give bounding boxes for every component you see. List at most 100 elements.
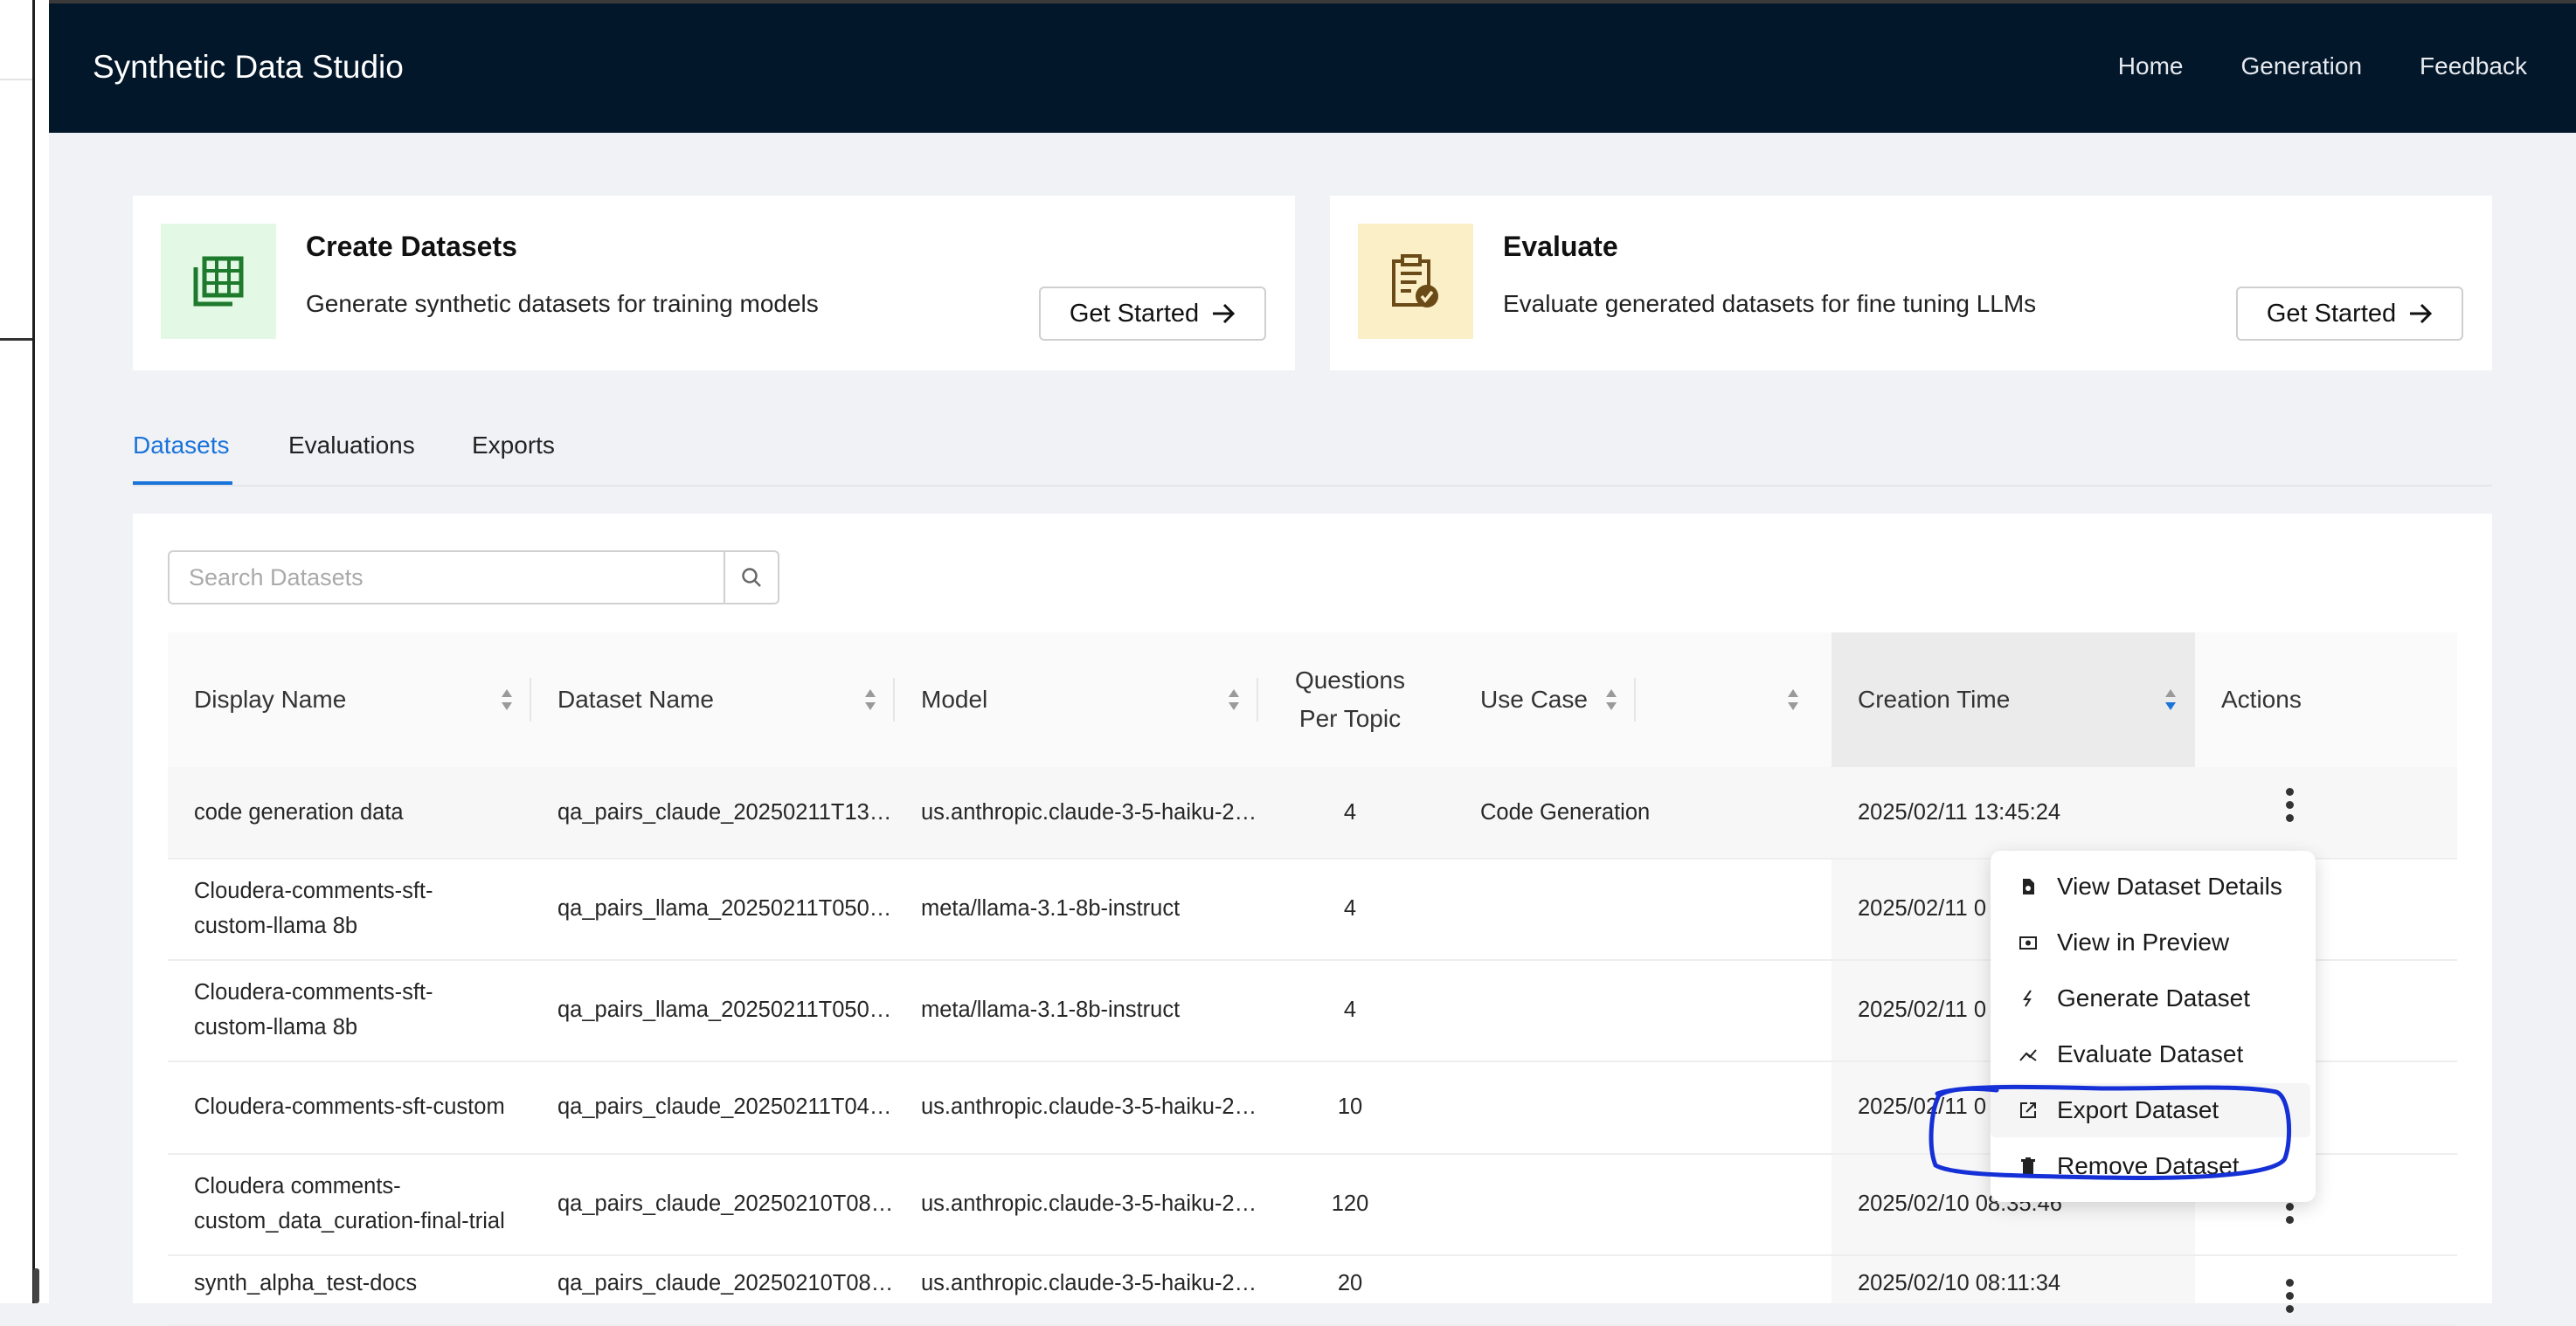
- cell-dataset-name: qa_pairs_claude_20250210T08…: [557, 1191, 894, 1216]
- column-label: Display Name: [194, 686, 347, 713]
- cell-questions-per-topic: 4: [1343, 799, 1357, 825]
- column-label-line: Per Topic: [1298, 705, 1402, 732]
- menu-item-label: View in Preview: [2057, 929, 2230, 956]
- search-bar: Search Datasets: [168, 550, 779, 604]
- search-button[interactable]: [725, 550, 779, 604]
- cell-dataset-name: qa_pairs_llama_20250211T050…: [557, 997, 892, 1022]
- evaluate-icon: [2019, 1049, 2037, 1061]
- button-label: Get Started: [2266, 299, 2397, 328]
- column-label: Model: [921, 686, 988, 713]
- cell-dataset-name: qa_pairs_claude_20250211T04…: [557, 1094, 892, 1119]
- search-input[interactable]: Search Datasets: [168, 550, 725, 604]
- cell-use-case: [1454, 1153, 1818, 1254]
- tab-evaluations[interactable]: Evaluations: [288, 432, 415, 459]
- table-row[interactable]: code generation data qa_pairs_claude_202…: [168, 767, 2457, 860]
- column-label: Creation Time: [1858, 686, 2011, 713]
- create-get-started-button[interactable]: Get Started: [1039, 287, 1266, 341]
- cell-questions-per-topic: 10: [1337, 1094, 1363, 1119]
- background-window-edge: [0, 0, 49, 1303]
- evaluate-card: Evaluate Evaluate generated datasets for…: [1330, 196, 2492, 370]
- divider: [32, 0, 35, 1303]
- top-nav: Home Generation Feedback: [2118, 52, 2527, 80]
- menu-item-evaluate-dataset[interactable]: Evaluate Dataset: [1991, 1027, 2316, 1081]
- card-title: Create Datasets: [306, 231, 517, 262]
- card-description: Evaluate generated datasets for fine tun…: [1503, 290, 2037, 317]
- cell-use-case: [1454, 1242, 1818, 1324]
- cell-use-case: [1454, 858, 1818, 959]
- cell-display-name: Cloudera comments-custom_data_curation-f…: [194, 1174, 505, 1233]
- cell-questions-per-topic: 20: [1337, 1270, 1363, 1295]
- file-details-icon: [2023, 879, 2034, 894]
- column-use-case[interactable]: Use Case: [1454, 632, 1818, 767]
- nav-generation[interactable]: Generation: [2240, 52, 2362, 80]
- cell-display-name: Cloudera-comments-sft-custom-llama 8b: [194, 879, 433, 938]
- card-title: Evaluate: [1503, 231, 1618, 262]
- clipboard-check-icon: [1358, 224, 1473, 339]
- lightning-icon: [2023, 990, 2032, 1007]
- row-actions-menu-icon[interactable]: [2286, 788, 2295, 822]
- table-header: Display Name Dataset Name Model Question…: [168, 632, 2457, 769]
- column-actions: Actions: [2195, 632, 2457, 767]
- menu-item-view-in-preview[interactable]: View in Preview: [1991, 915, 2316, 970]
- sort-icon[interactable]: [500, 687, 514, 713]
- column-label: Actions: [2221, 686, 2302, 713]
- menu-item-label: Generate Dataset: [2057, 984, 2251, 1012]
- sort-icon[interactable]: [863, 687, 877, 713]
- arrow-right-icon: [2410, 303, 2433, 324]
- cell-display-name: Cloudera-comments-sft-custom: [194, 1094, 505, 1119]
- arrow-right-icon: [1213, 303, 1236, 324]
- column-model[interactable]: Model: [895, 632, 1258, 767]
- sort-icon[interactable]: [2164, 687, 2178, 713]
- tab-exports[interactable]: Exports: [472, 432, 555, 459]
- column-dataset-name[interactable]: Dataset Name: [531, 632, 895, 767]
- tab-datasets[interactable]: Datasets: [133, 432, 230, 459]
- cell-use-case: [1454, 1060, 1818, 1153]
- menu-item-label: Evaluate Dataset: [2057, 1040, 2244, 1067]
- cell-model: meta/llama-3.1-8b-instruct: [921, 997, 1181, 1022]
- cell-model: us.anthropic.claude-3-5-haiku-2…: [921, 1191, 1257, 1216]
- cell-model: us.anthropic.claude-3-5-haiku-2…: [921, 799, 1257, 825]
- scrollbar[interactable]: [33, 1268, 39, 1303]
- annotation-circle: [1929, 1084, 2292, 1180]
- cell-questions-per-topic: 4: [1343, 895, 1357, 921]
- top-header: Synthetic Data Studio Home Generation Fe…: [49, 3, 2576, 133]
- cell-display-name: Cloudera-comments-sft-custom-llama 8b: [194, 980, 433, 1039]
- table-row[interactable]: synth_alpha_test-docs qa_pairs_claude_20…: [168, 1254, 2457, 1326]
- cell-creation-time: 2025/02/10 08:11:34: [1858, 1270, 2061, 1295]
- column-creation-time[interactable]: Creation Time: [1832, 632, 2195, 767]
- cell-dataset-name: qa_pairs_llama_20250211T050…: [557, 895, 892, 921]
- cell-questions-per-topic: 4: [1343, 997, 1357, 1022]
- card-description: Generate synthetic datasets for training…: [306, 290, 819, 317]
- evaluate-get-started-button[interactable]: Get Started: [2236, 287, 2463, 341]
- spreadsheet-icon: [161, 224, 276, 339]
- divider: [133, 485, 2492, 487]
- menu-item-label: View Dataset Details: [2057, 873, 2282, 900]
- cell-dataset-name: qa_pairs_claude_20250211T13…: [557, 799, 892, 825]
- app-title: Synthetic Data Studio: [93, 49, 404, 85]
- nav-home[interactable]: Home: [2118, 52, 2184, 80]
- row-actions-menu-icon[interactable]: [2286, 1279, 2295, 1313]
- divider: [0, 79, 35, 80]
- column-label-line: Questions: [1294, 666, 1406, 694]
- cell-model: us.anthropic.claude-3-5-haiku-2…: [921, 1270, 1257, 1295]
- column-display-name[interactable]: Display Name: [168, 632, 531, 767]
- cell-use-case: Code Generation: [1480, 799, 1651, 825]
- column-label: Dataset Name: [557, 686, 714, 713]
- sort-icon[interactable]: [1786, 687, 1800, 713]
- nav-feedback[interactable]: Feedback: [2420, 52, 2527, 80]
- menu-item-generate-dataset[interactable]: Generate Dataset: [1991, 971, 2316, 1026]
- cell-display-name: synth_alpha_test-docs: [194, 1270, 418, 1295]
- cell-questions-per-topic: 120: [1331, 1191, 1369, 1216]
- search-icon: [742, 568, 761, 587]
- divider: [0, 338, 33, 341]
- menu-item-view-dataset-details[interactable]: View Dataset Details: [1991, 860, 2316, 914]
- preview-icon: [2019, 936, 2037, 950]
- cell-model: meta/llama-3.1-8b-instruct: [921, 895, 1181, 921]
- column-label: Questions Per Topic: [1258, 661, 1442, 738]
- cell-model: us.anthropic.claude-3-5-haiku-2…: [921, 1094, 1257, 1119]
- cell-use-case: [1454, 959, 1818, 1060]
- column-label: Use Case: [1480, 686, 1588, 713]
- button-label: Get Started: [1069, 299, 1200, 328]
- sort-icon[interactable]: [1227, 687, 1241, 713]
- create-datasets-card: Create Datasets Generate synthetic datas…: [133, 196, 1295, 370]
